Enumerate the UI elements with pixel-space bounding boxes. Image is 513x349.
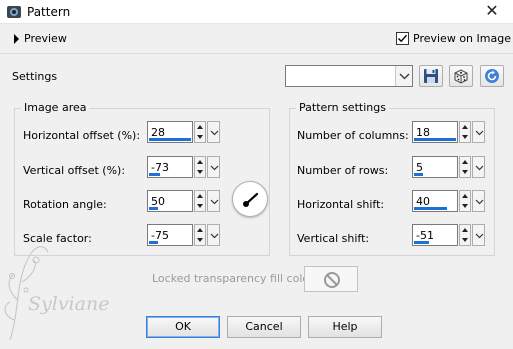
number-of-columns-slider[interactable] [414, 138, 456, 141]
ok-button[interactable]: OK [146, 316, 220, 338]
settings-preset-dropdown[interactable] [285, 65, 413, 87]
chevron-down-icon[interactable] [207, 190, 220, 212]
horizontal-shift-slider[interactable] [414, 207, 447, 210]
chevron-down-icon[interactable] [472, 190, 485, 212]
vertical-offset-input[interactable]: -73 [147, 156, 193, 178]
rotation-angle-slider[interactable] [149, 207, 158, 210]
app-pattern-icon [6, 4, 22, 20]
checkmark-icon [398, 34, 408, 43]
title-bar: Pattern ✕ [0, 0, 513, 24]
horizontal-offset-input[interactable]: 28 [147, 121, 193, 143]
rotation-dial-icon[interactable] [232, 181, 268, 217]
settings-row: Settings [0, 55, 513, 95]
scale-factor-input[interactable]: -75 [147, 224, 193, 246]
chevron-down-icon[interactable] [395, 66, 412, 86]
horizontal-offset-slider[interactable] [149, 138, 191, 141]
locked-fill-label: Locked transparency fill color: [152, 272, 318, 285]
number-of-rows-input[interactable]: 5 [412, 156, 458, 178]
number-of-columns-input[interactable]: 18 [412, 121, 458, 143]
rotation-angle-spinner[interactable]: 50 [147, 190, 221, 212]
vertical-shift-spinner[interactable]: -51 [412, 224, 486, 246]
vertical-shift-input[interactable]: -51 [412, 224, 458, 246]
number-of-columns-stepper[interactable] [459, 121, 471, 143]
no-color-icon [324, 272, 340, 288]
chevron-down-icon[interactable] [472, 156, 485, 178]
preview-on-image-checkbox[interactable] [396, 32, 409, 45]
scale-factor-slider[interactable] [149, 241, 158, 244]
image-area-title: Image area [21, 101, 90, 114]
help-button[interactable]: Help [308, 316, 382, 338]
cancel-button[interactable]: Cancel [227, 316, 301, 338]
number-of-rows-stepper[interactable] [459, 156, 471, 178]
scale-factor-stepper[interactable] [194, 224, 206, 246]
sylviane-watermark: Sylviane [4, 246, 109, 341]
number-of-rows-label: Number of rows: [297, 164, 389, 177]
reset-arrow-icon [485, 69, 499, 83]
horizontal-shift-spinner[interactable]: 40 [412, 190, 486, 212]
save-preset-button[interactable] [419, 65, 443, 87]
preview-bar: Preview Preview on Image [0, 24, 513, 54]
horizontal-shift-stepper[interactable] [459, 190, 471, 212]
dice-random-icon [454, 69, 468, 84]
reset-button[interactable] [480, 65, 504, 87]
vertical-offset-slider[interactable] [149, 173, 160, 176]
number-of-columns-spinner[interactable]: 18 [412, 121, 486, 143]
vertical-offset-spinner[interactable]: -73 [147, 156, 221, 178]
vertical-shift-stepper[interactable] [459, 224, 471, 246]
horizontal-shift-input[interactable]: 40 [412, 190, 458, 212]
preview-toggle[interactable]: Preview [24, 32, 67, 45]
vertical-offset-stepper[interactable] [194, 156, 206, 178]
close-icon[interactable]: ✕ [475, 0, 509, 24]
settings-label: Settings [12, 70, 58, 83]
rotation-angle-label: Rotation angle: [23, 198, 107, 211]
chevron-down-icon[interactable] [472, 224, 485, 246]
randomize-button[interactable] [449, 65, 473, 87]
rotation-angle-input[interactable]: 50 [147, 190, 193, 212]
window-title: Pattern [27, 5, 71, 19]
vertical-shift-slider[interactable] [414, 241, 429, 244]
preview-on-image-label[interactable]: Preview on Image [413, 32, 511, 45]
pattern-settings-title: Pattern settings [296, 101, 389, 114]
chevron-down-icon[interactable] [207, 156, 220, 178]
horizontal-shift-label: Horizontal shift: [297, 198, 385, 211]
number-of-columns-label: Number of columns: [297, 129, 409, 142]
vertical-offset-label: Vertical offset (%): [23, 164, 126, 177]
vertical-shift-label: Vertical shift: [297, 232, 370, 245]
scale-factor-spinner[interactable]: -75 [147, 224, 221, 246]
number-of-rows-slider[interactable] [414, 173, 423, 176]
watermark-text: Sylviane [28, 293, 109, 315]
chevron-down-icon[interactable] [207, 121, 220, 143]
save-disk-icon [424, 69, 438, 83]
horizontal-offset-spinner[interactable]: 28 [147, 121, 221, 143]
horizontal-offset-label: Horizontal offset (%): [23, 129, 141, 142]
chevron-down-icon[interactable] [472, 121, 485, 143]
locked-fill-color-swatch[interactable] [304, 266, 358, 292]
chevron-down-icon[interactable] [207, 224, 220, 246]
horizontal-offset-stepper[interactable] [194, 121, 206, 143]
rotation-angle-stepper[interactable] [194, 190, 206, 212]
expand-triangle-icon[interactable] [14, 34, 19, 44]
number-of-rows-spinner[interactable]: 5 [412, 156, 486, 178]
